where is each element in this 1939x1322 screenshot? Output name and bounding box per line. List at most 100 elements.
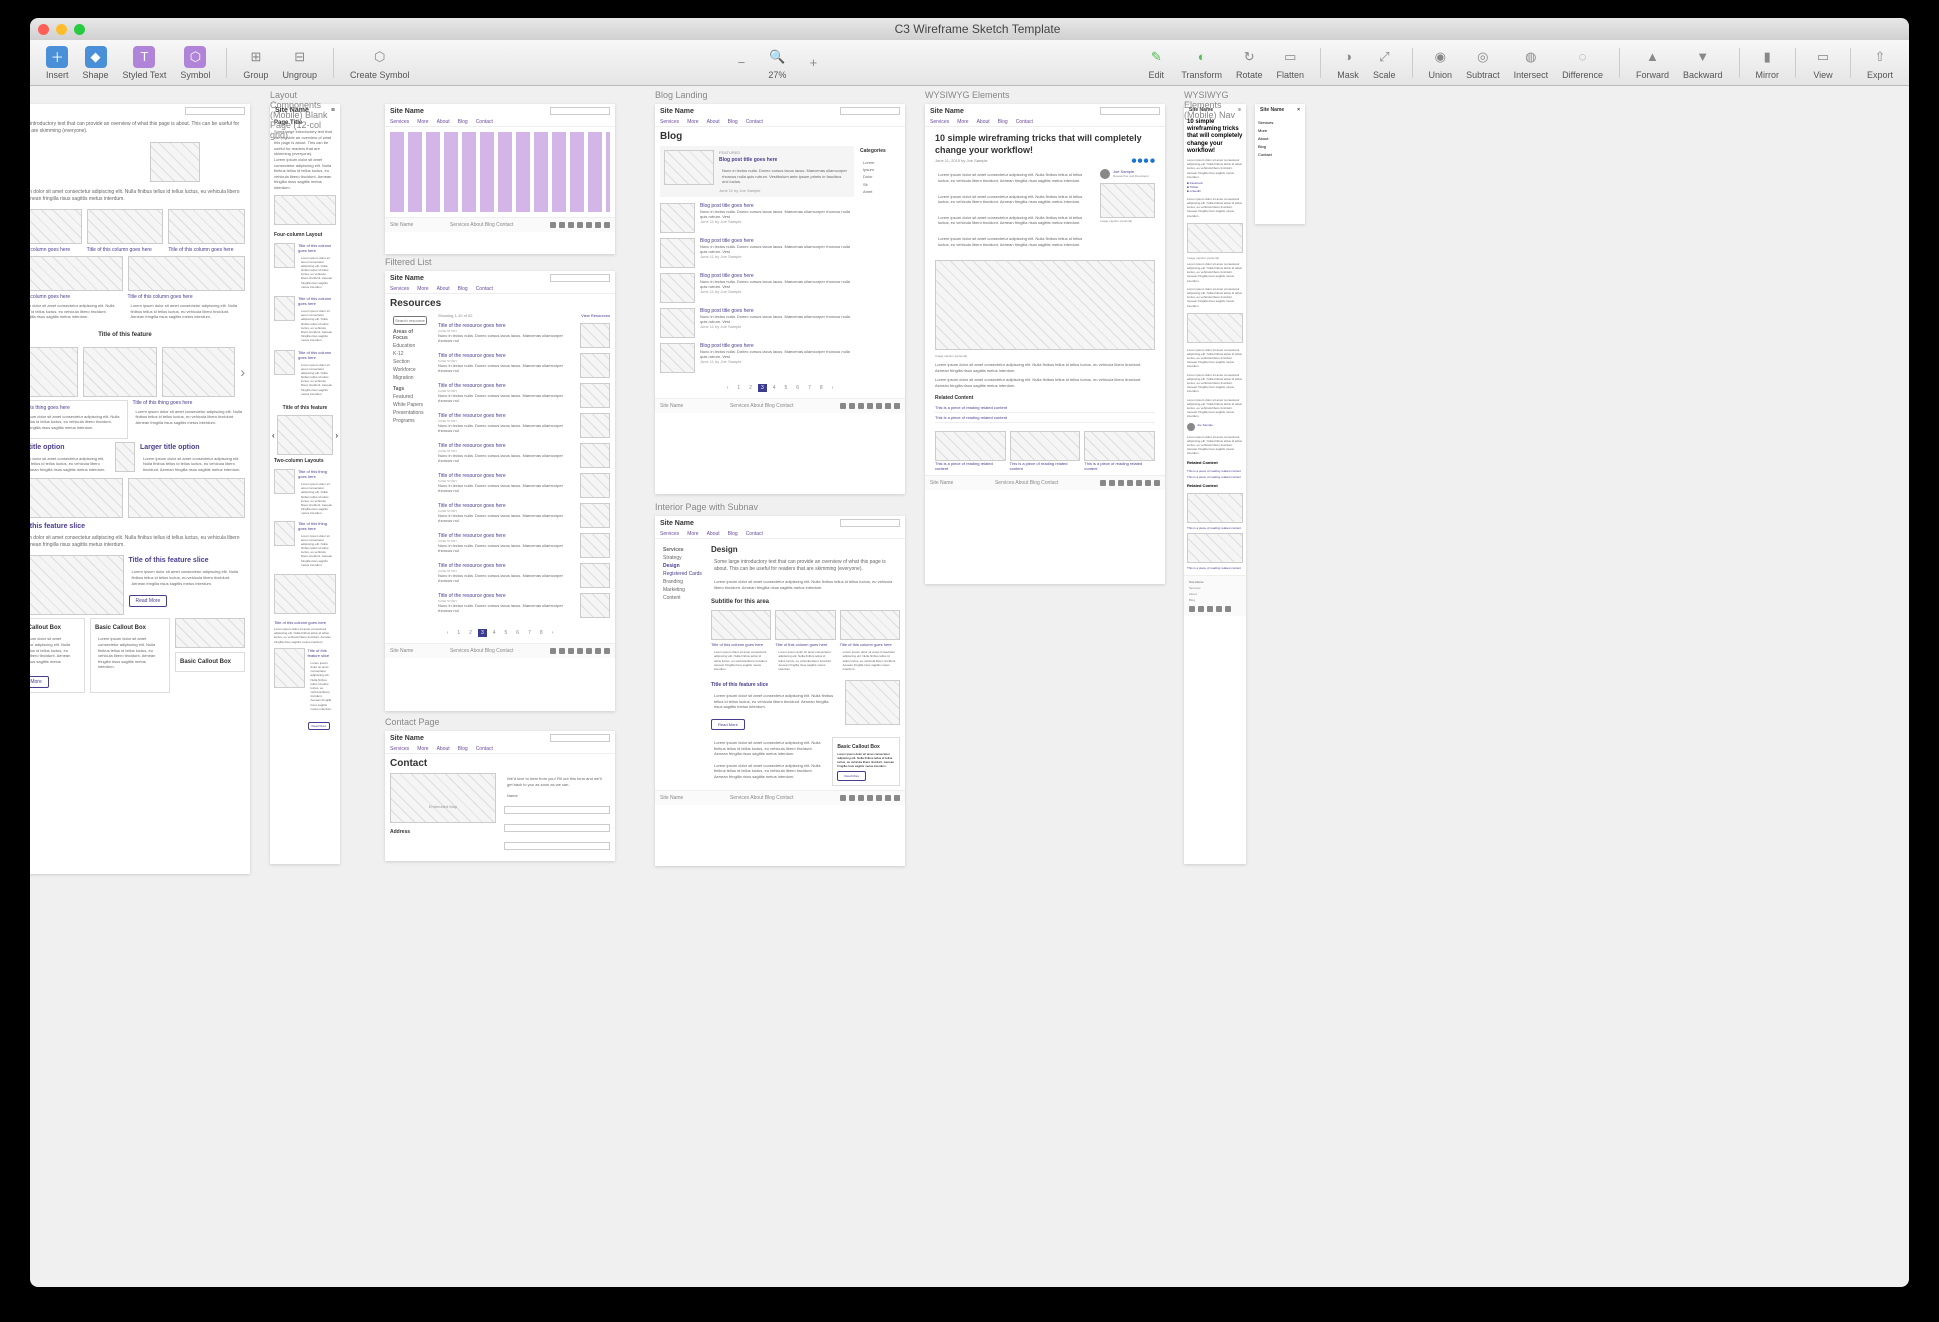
read-more-button[interactable]: Read More <box>711 719 745 730</box>
insert-button[interactable]: ＋Insert <box>40 44 75 82</box>
backward-button[interactable]: ▼Backward <box>1677 44 1729 82</box>
artboard-layout-components[interactable]: Layout Components (Mobile) Blank Page (1… <box>270 104 340 864</box>
instagram-icon[interactable] <box>595 222 601 228</box>
twitter-icon[interactable] <box>559 222 565 228</box>
subtract-button[interactable]: ◎Subtract <box>1460 44 1506 82</box>
symbol-button[interactable]: ⬡Symbol <box>174 44 216 82</box>
mask-button[interactable]: ◑Mask <box>1331 44 1365 82</box>
group-button[interactable]: ⊞Group <box>237 44 274 82</box>
image-placeholder <box>274 296 295 321</box>
artboard-contact[interactable]: Contact Page Site Name ServicesMoreAbout… <box>385 731 615 861</box>
artboard-label: Interior Page with Subnav <box>655 502 758 512</box>
image-placeholder <box>845 680 900 725</box>
artboard-blog-landing[interactable]: Blog Landing Site Name ServicesMoreAbout… <box>655 104 905 494</box>
image-placeholder <box>1187 533 1243 563</box>
image-placeholder <box>274 648 305 688</box>
filter-sidebar: Areas of Focus Education K-12 Section Wo… <box>390 313 430 623</box>
artboard-wysiwyg[interactable]: WYSIWYG Elements Site Name ServicesMoreA… <box>925 104 1165 584</box>
artboard-wysiwyg-mobile[interactable]: WYSIWYG Elements (Mobile) Nav Site Name≡… <box>1184 104 1246 864</box>
search-input[interactable] <box>550 734 610 742</box>
image-placeholder <box>935 260 1155 350</box>
ungroup-button[interactable]: ⊟Ungroup <box>276 44 323 82</box>
image-placeholder <box>274 521 295 546</box>
styled-text-button[interactable]: TStyled Text <box>117 44 173 82</box>
search-input[interactable] <box>185 107 245 115</box>
flatten-button[interactable]: ▭Flatten <box>1271 44 1311 82</box>
image-placeholder <box>274 195 336 225</box>
image-placeholder <box>664 150 714 185</box>
chevron-left-icon[interactable]: ‹ <box>272 431 275 440</box>
button[interactable]: Read More <box>837 771 866 781</box>
search-input[interactable] <box>550 107 610 115</box>
image-placeholder <box>30 347 78 397</box>
image-placeholder <box>935 431 1006 461</box>
image-placeholder <box>115 442 135 472</box>
chevron-right-icon[interactable]: › <box>335 431 338 440</box>
artboard-interior[interactable]: Interior Page with Subnav Site Name Serv… <box>655 516 905 866</box>
email-input[interactable] <box>504 824 610 832</box>
subject-input[interactable] <box>504 842 610 850</box>
image-placeholder <box>175 618 245 648</box>
artboard-blank-page[interactable]: Site Name ServicesMoreAboutBlogContact S… <box>385 104 615 254</box>
artboard-elements[interactable]: ents Some large introductory text that c… <box>30 104 250 874</box>
dribbble-icon[interactable] <box>604 222 610 228</box>
image-placeholder <box>168 209 245 244</box>
difference-button[interactable]: ◌Difference <box>1556 44 1609 82</box>
image-placeholder <box>274 350 295 375</box>
create-symbol-button[interactable]: ⬡Create Symbol <box>344 44 416 82</box>
artboard-label: WYSIWYG Elements <box>925 90 1010 100</box>
forward-button[interactable]: ▲Forward <box>1630 44 1675 82</box>
artboard-label: Blog Landing <box>655 90 708 100</box>
artboard-filtered-list[interactable]: Filtered List Site Name ServicesMoreAbou… <box>385 271 615 711</box>
chevron-right-icon[interactable]: › <box>240 364 245 380</box>
artboard-label: WYSIWYG Elements (Mobile) Nav <box>1184 90 1246 120</box>
vimeo-icon[interactable] <box>568 222 574 228</box>
search-input[interactable] <box>550 274 610 282</box>
image-placeholder <box>277 415 334 455</box>
button[interactable]: Read More <box>308 722 331 730</box>
image-placeholder <box>1010 431 1081 461</box>
image-placeholder <box>1187 493 1243 523</box>
view-button[interactable]: ▭View <box>1806 44 1840 82</box>
search-input[interactable] <box>840 107 900 115</box>
rotate-button[interactable]: ↻Rotate <box>1230 44 1269 82</box>
transform-button[interactable]: ◐Transform <box>1175 44 1228 82</box>
filter-search[interactable] <box>393 316 427 325</box>
image-placeholder <box>1100 183 1155 218</box>
zoom-tool[interactable]: 🔍27% <box>760 44 794 82</box>
avatar-icon <box>1100 169 1110 179</box>
read-more[interactable]: Read More <box>30 676 49 688</box>
image-placeholder <box>87 209 164 244</box>
artboard-label: Contact Page <box>385 717 440 727</box>
scale-button[interactable]: ⤢Scale <box>1367 44 1402 82</box>
edit-button[interactable]: ✎Edit <box>1139 44 1173 82</box>
search-input[interactable] <box>840 519 900 527</box>
facebook-icon[interactable] <box>550 222 556 228</box>
read-more-button[interactable]: Read More <box>129 595 168 607</box>
name-input[interactable] <box>504 806 610 814</box>
image-placeholder <box>128 478 246 518</box>
mirror-button[interactable]: ▮Mirror <box>1750 44 1786 82</box>
shape-button[interactable]: ◆Shape <box>77 44 115 82</box>
close-icon[interactable]: × <box>1297 107 1300 113</box>
artboard-label: Filtered List <box>385 257 432 267</box>
canvas[interactable]: ents Some large introductory text that c… <box>30 86 1909 1287</box>
image-placeholder <box>711 610 771 640</box>
union-button[interactable]: ◉Union <box>1423 44 1459 82</box>
artboard-label: Layout Components (Mobile) Blank Page (1… <box>270 90 340 140</box>
artboard-nav[interactable]: Site Name× ServicesMoreAboutBlogContact <box>1255 104 1305 224</box>
zoom-in-button[interactable]: + <box>796 50 830 76</box>
pagination[interactable]: ‹12345678› <box>655 378 905 398</box>
image-placeholder <box>1084 431 1155 461</box>
zoom-out-button[interactable]: − <box>724 50 758 76</box>
window-title: C3 Wireframe Sketch Template <box>38 22 1909 36</box>
pagination[interactable]: ‹12345678› <box>385 623 615 643</box>
linkedin-icon[interactable] <box>577 222 583 228</box>
search-input[interactable] <box>1100 107 1160 115</box>
image-placeholder <box>274 574 336 614</box>
intersect-button[interactable]: ◍Intersect <box>1508 44 1555 82</box>
youtube-icon[interactable] <box>586 222 592 228</box>
export-button[interactable]: ⇧Export <box>1861 44 1899 82</box>
column-grid <box>390 132 610 212</box>
image-placeholder <box>1187 223 1243 253</box>
